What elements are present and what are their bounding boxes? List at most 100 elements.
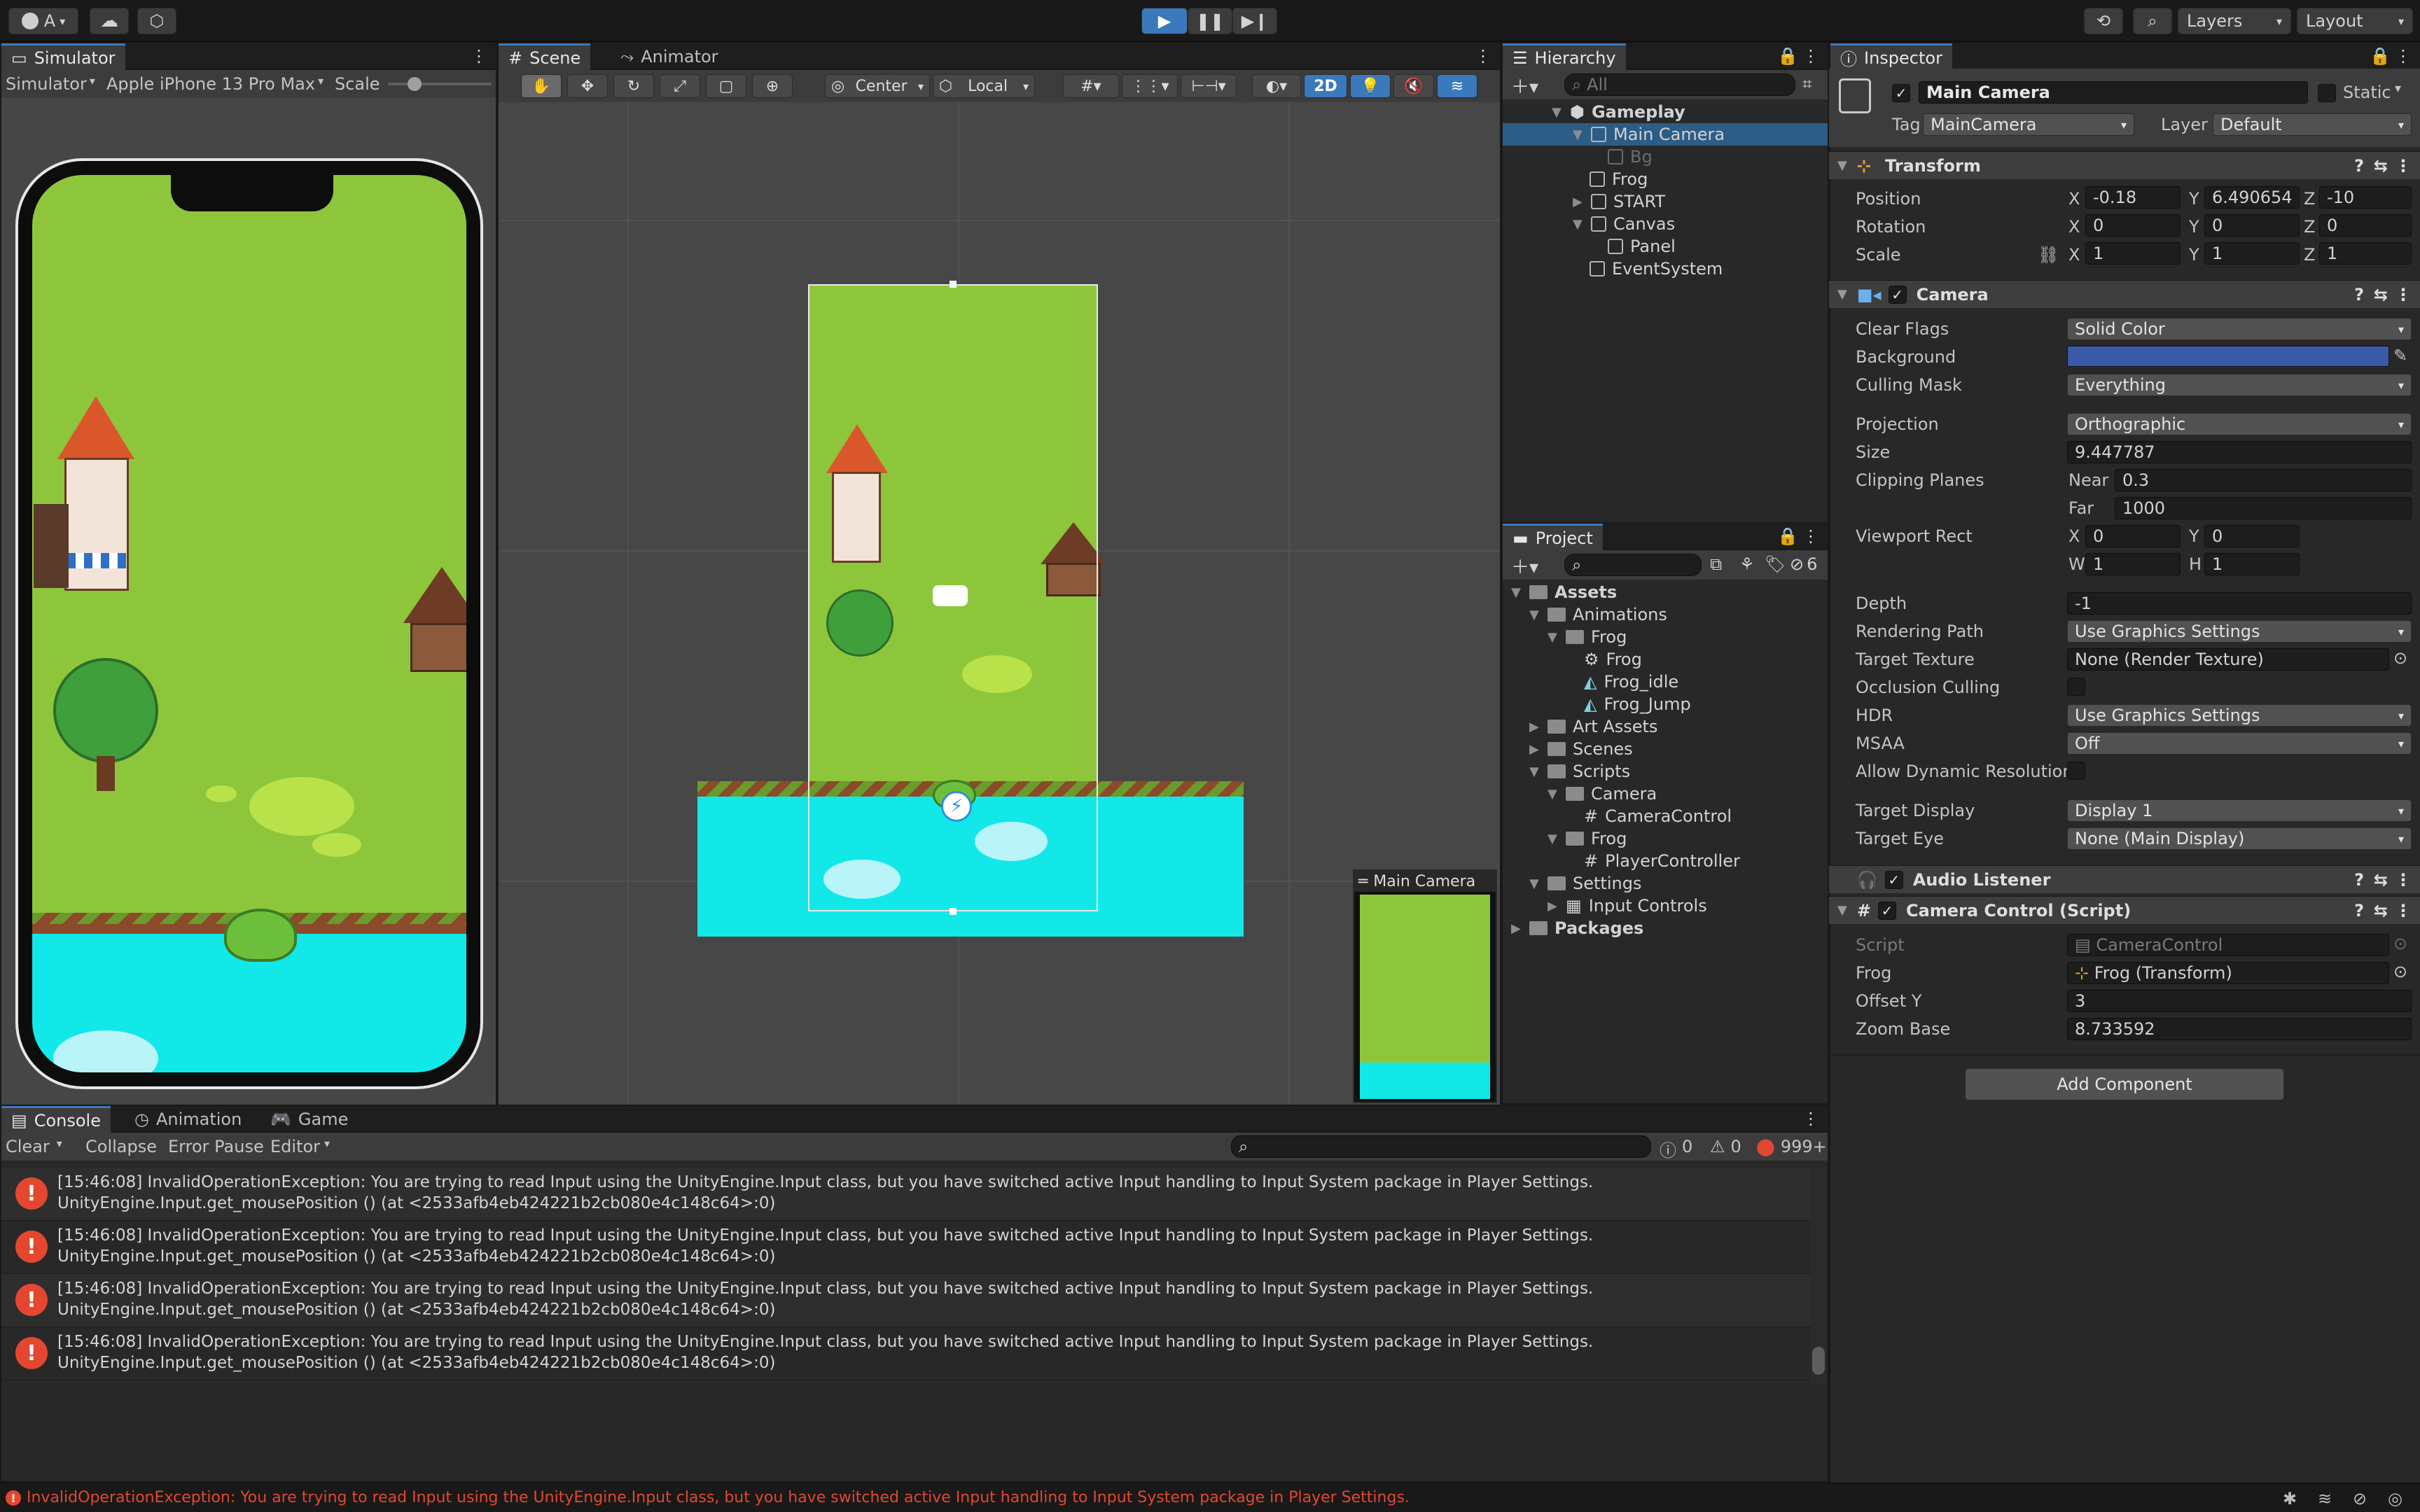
transform-header[interactable]: ▼ ⊹ Transform ? ⇆ ⋮ [1829, 151, 2420, 179]
project-item[interactable]: ▶ Art Assets [1529, 717, 1657, 736]
warning-filter-toggle[interactable]: ⚠ 0 [1710, 1137, 1741, 1156]
frustum-handle[interactable] [950, 908, 957, 915]
status-message[interactable]: InvalidOperationException: You are tryin… [27, 1489, 1410, 1506]
log-filter-toggle[interactable]: ⓘ 0 [1660, 1137, 1692, 1161]
rotation-y-field[interactable]: 0 [2204, 214, 2300, 237]
editor-dropdown[interactable]: Editor ▾ [270, 1137, 330, 1156]
error-filter-toggle[interactable]: ⬤ 999+ [1756, 1137, 1827, 1156]
hierarchy-search[interactable]: ⌕ All [1564, 74, 1795, 96]
far-field[interactable]: 1000 [2115, 497, 2412, 519]
help-icon[interactable]: ? [2354, 285, 2364, 304]
hierarchy-item-selected[interactable]: ▼ Main Camera [1573, 125, 1725, 144]
search-filter-icon[interactable]: ⧉ [1710, 554, 1722, 574]
camera-header[interactable]: ▼ ■◂ ✓ Camera ? ⇆ ⋮ [1829, 280, 2420, 308]
project-search[interactable]: ⌕ [1564, 554, 1702, 576]
effects-toggle[interactable]: ≋ [1437, 74, 1477, 98]
size-field[interactable]: 9.447787 [2067, 441, 2412, 463]
object-name-input[interactable]: Main Camera [1919, 81, 2308, 104]
tab-hierarchy[interactable]: ☰ Hierarchy [1503, 43, 1626, 70]
more-icon[interactable]: ⋮ [471, 46, 487, 66]
lock-icon[interactable]: 🔒 [1777, 46, 1798, 66]
eyedropper-icon[interactable]: ✎ [2393, 346, 2407, 365]
project-item[interactable]: ▼ Animations [1529, 605, 1667, 624]
console-row[interactable]: ! [15:46:08] InvalidOperationException: … [1, 1168, 1819, 1221]
scale-slider[interactable] [388, 83, 492, 85]
tab-animation[interactable]: ◷ Animation [125, 1106, 251, 1133]
audio-listener-header[interactable]: ▼ 🎧 ✓ Audio Listener ? ⇆ ⋮ [1829, 865, 2420, 893]
drag-handle-icon[interactable]: ═ [1358, 873, 1368, 890]
search-options-icon[interactable]: ⌗ [1802, 74, 1812, 94]
camera-control-checkbox[interactable]: ✓ [1877, 901, 1896, 920]
ruler-button[interactable]: ⊢⊣▾ [1181, 74, 1237, 98]
rotation-x-field[interactable]: 0 [2085, 214, 2181, 237]
grid-snap-button[interactable]: #▾ [1063, 74, 1119, 98]
frog-field[interactable]: ⊹ Frog (Transform) [2067, 962, 2389, 984]
console-row[interactable]: ! [15:46:08] InvalidOperationException: … [1, 1274, 1819, 1327]
preset-icon[interactable]: ⇆ [2374, 156, 2388, 176]
layout-dropdown[interactable]: Layout ▾ [2297, 8, 2413, 34]
offset-y-field[interactable]: 3 [2067, 990, 2412, 1012]
near-field[interactable]: 0.3 [2115, 469, 2412, 491]
rendering-path-dropdown[interactable]: Use Graphics Settings ▾ [2067, 620, 2412, 643]
scale-x-field[interactable]: 1 [2085, 242, 2181, 265]
lock-icon[interactable]: 🔒 [2370, 46, 2391, 66]
lighting-toggle[interactable]: 💡 [1350, 74, 1391, 98]
viewport-y-field[interactable]: 0 [2204, 525, 2300, 547]
hidden-packages-toggle[interactable]: ⊘ 6 [1790, 554, 1817, 574]
viewport-w-field[interactable]: 1 [2085, 553, 2181, 575]
hierarchy-item[interactable]: Frog [1590, 169, 1648, 189]
help-icon[interactable]: ? [2354, 901, 2364, 920]
hand-tool-button[interactable]: ✋ [521, 74, 562, 98]
tab-animator[interactable]: ⤳ Animator [611, 43, 728, 70]
position-x-field[interactable]: -0.18 [2085, 186, 2181, 209]
clear-button[interactable]: Clear ▾ [6, 1137, 62, 1156]
tab-game[interactable]: 🎮 Game [260, 1106, 358, 1133]
add-component-button[interactable]: Add Component [1965, 1068, 2284, 1100]
more-icon[interactable]: ⋮ [1802, 46, 1819, 66]
scale-slider-handle[interactable] [408, 77, 422, 91]
help-icon[interactable]: ? [2354, 870, 2364, 890]
project-item[interactable]: ⚙ Frog [1584, 650, 1642, 669]
collapse-toggle[interactable]: Collapse [85, 1137, 157, 1156]
console-scrollbar[interactable] [1811, 1168, 1826, 1385]
hierarchy-item[interactable]: ▶ START [1573, 192, 1665, 211]
project-item[interactable]: ▶ ▦ Input Controls [1548, 896, 1707, 916]
project-item[interactable]: ▼ Assets [1511, 582, 1617, 602]
add-icon[interactable]: ＋▾ [1511, 73, 1538, 99]
more-icon[interactable]: ⋮ [1802, 526, 1819, 546]
collab-button[interactable]: ⬡ [137, 8, 176, 34]
layer-dropdown[interactable]: Default ▾ [2213, 113, 2412, 136]
hierarchy-item[interactable]: ▼ Canvas [1573, 214, 1675, 234]
filter-type-icon[interactable]: ⚘ [1739, 554, 1755, 574]
help-icon[interactable]: ? [2354, 156, 2364, 176]
msaa-dropdown[interactable]: Off ▾ [2067, 732, 2412, 755]
object-picker-icon[interactable]: ⊙ [2393, 648, 2407, 668]
hierarchy-item[interactable]: EventSystem [1590, 259, 1723, 279]
project-item[interactable]: ▼ Frog [1548, 627, 1627, 647]
target-eye-dropdown[interactable]: None (Main Display) ▾ [2067, 827, 2412, 850]
project-item[interactable]: ▼ Scripts [1529, 762, 1630, 781]
increment-snap-button[interactable]: ⋮⋮▾ [1122, 74, 1178, 98]
space-dropdown[interactable]: ⬡ Local ▾ [933, 74, 1035, 98]
layers-dropdown[interactable]: Layers ▾ [2178, 8, 2291, 34]
culling-mask-dropdown[interactable]: Everything ▾ [2067, 374, 2412, 396]
progress-icon[interactable]: ≋ [2318, 1489, 2332, 1508]
pivot-dropdown[interactable]: ◎ Center ▾ [825, 74, 930, 98]
scale-y-field[interactable]: 1 [2204, 242, 2300, 265]
more-icon[interactable]: ⋮ [2395, 46, 2412, 66]
settings-icon[interactable]: ◎ [2388, 1489, 2402, 1508]
tag-dropdown[interactable]: MainCamera ▾ [1923, 113, 2134, 136]
audio-listener-checkbox[interactable]: ✓ [1884, 870, 1903, 889]
more-icon[interactable]: ⋮ [1475, 46, 1491, 66]
scale-z-field[interactable]: 1 [2319, 242, 2412, 265]
game-screen[interactable] [32, 175, 466, 1072]
project-item[interactable]: ▼ Settings [1529, 874, 1641, 893]
tab-inspector[interactable]: ⓘ Inspector [1830, 43, 1952, 70]
camera-control-header[interactable]: ▼ # ✓ Camera Control (Script) ? ⇆ ⋮ [1829, 896, 2420, 924]
chevron-down-icon[interactable]: ▾ [2395, 81, 2401, 96]
debug-icon[interactable]: ✱ [2283, 1489, 2297, 1508]
hierarchy-item[interactable]: Panel [1608, 237, 1676, 256]
project-item[interactable]: # CameraControl [1584, 806, 1732, 826]
project-item[interactable]: ▼ Camera [1548, 784, 1657, 804]
shading-dropdown[interactable]: ◐▾ [1252, 74, 1301, 98]
